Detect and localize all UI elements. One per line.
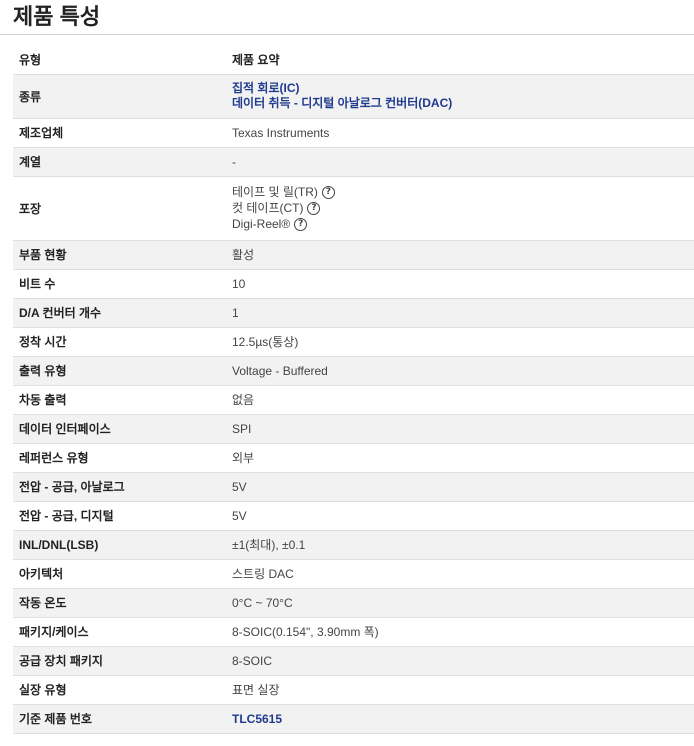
question-circle-icon[interactable]: ? — [321, 186, 335, 200]
table-row: 패키지/케이스 8-SOIC(0.154", 3.90mm 폭) — [13, 617, 694, 647]
row-label-supply-digital: 전압 - 공급, 디지털 — [13, 501, 232, 531]
category-link-ic[interactable]: 집적 회로(IC) — [232, 81, 694, 96]
table-row: 데이터 인터페이스 SPI — [13, 414, 694, 444]
row-value-data-interface: SPI — [232, 414, 694, 444]
header-type: 유형 — [13, 45, 232, 75]
row-value-architecture: 스트링 DAC — [232, 559, 694, 589]
table-row: 기준 제품 번호 TLC5615 — [13, 704, 694, 734]
table-row: 포장 테이프 및 릴(TR)? 컷 테이프(CT)? Digi-Reel®? — [13, 176, 694, 241]
row-label-base-part: 기준 제품 번호 — [13, 704, 232, 734]
table-row: 계열 - — [13, 147, 694, 177]
table-row: 전압 - 공급, 아날로그 5V — [13, 472, 694, 502]
packaging-option-digireel: Digi-Reel®? — [232, 216, 694, 232]
product-attributes-table: 유형 제품 요약 종류 집적 회로(IC) 데이터 취득 - 디지털 아날로그 … — [13, 45, 694, 734]
row-label-mounting-type: 실장 유형 — [13, 675, 232, 705]
row-label-series: 계열 — [13, 147, 232, 177]
row-label-reference-type: 레퍼런스 유형 — [13, 443, 232, 473]
row-label-operating-temp: 작동 온도 — [13, 588, 232, 618]
table-row: 제조업체 Texas Instruments — [13, 118, 694, 148]
table-row: 아키텍처 스트링 DAC — [13, 559, 694, 589]
row-value-manufacturer: Texas Instruments — [232, 118, 694, 148]
row-value-bits: 10 — [232, 269, 694, 299]
row-label-inl-dnl: INL/DNL(LSB) — [13, 530, 232, 560]
row-value-supplier-package: 8-SOIC — [232, 646, 694, 676]
row-label-data-interface: 데이터 인터페이스 — [13, 414, 232, 444]
base-part-link[interactable]: TLC5615 — [232, 712, 282, 726]
table-row: 레퍼런스 유형 외부 — [13, 443, 694, 473]
table-header-row: 유형 제품 요약 — [13, 45, 694, 75]
row-label-diff-output: 차동 출력 — [13, 385, 232, 415]
table-row: 공급 장치 패키지 8-SOIC — [13, 646, 694, 676]
row-label-bits: 비트 수 — [13, 269, 232, 299]
row-label-num-dac: D/A 컨버터 개수 — [13, 298, 232, 328]
row-value-package-case: 8-SOIC(0.154", 3.90mm 폭) — [232, 617, 694, 647]
row-value-series: - — [232, 147, 694, 177]
row-value-operating-temp: 0°C ~ 70°C — [232, 588, 694, 618]
packaging-option-label: 컷 테이프(CT) — [232, 201, 304, 215]
packaging-option-label: 테이프 및 릴(TR) — [232, 185, 318, 199]
table-row: 전압 - 공급, 디지털 5V — [13, 501, 694, 531]
row-label-packaging: 포장 — [13, 176, 232, 241]
row-value-packaging: 테이프 및 릴(TR)? 컷 테이프(CT)? Digi-Reel®? — [232, 176, 694, 241]
row-label-category: 종류 — [13, 74, 232, 119]
table-row: 부품 현황 활성 — [13, 240, 694, 270]
row-value-supply-analog: 5V — [232, 472, 694, 502]
row-label-architecture: 아키텍처 — [13, 559, 232, 589]
question-circle-icon[interactable]: ? — [294, 218, 308, 232]
row-value-reference-type: 외부 — [232, 443, 694, 473]
table-row: 출력 유형 Voltage - Buffered — [13, 356, 694, 386]
table-row: 차동 출력 없음 — [13, 385, 694, 415]
row-label-settling: 정착 시간 — [13, 327, 232, 357]
row-value-part-status: 활성 — [232, 240, 694, 270]
table-row: 작동 온도 0°C ~ 70°C — [13, 588, 694, 618]
packaging-option-tr: 테이프 및 릴(TR)? — [232, 184, 694, 200]
row-value-output-type: Voltage - Buffered — [232, 356, 694, 386]
table-row: 실장 유형 표면 실장 — [13, 675, 694, 705]
packaging-option-label: Digi-Reel® — [232, 217, 291, 231]
packaging-option-ct: 컷 테이프(CT)? — [232, 200, 694, 216]
question-circle-icon[interactable]: ? — [307, 202, 321, 216]
table-row: 비트 수 10 — [13, 269, 694, 299]
row-label-part-status: 부품 현황 — [13, 240, 232, 270]
row-value-supply-digital: 5V — [232, 501, 694, 531]
row-value-mounting-type: 표면 실장 — [232, 675, 694, 705]
row-value-category: 집적 회로(IC) 데이터 취득 - 디지털 아날로그 컨버터(DAC) — [232, 74, 694, 119]
row-value-inl-dnl: ±1(최대), ±0.1 — [232, 530, 694, 560]
table-row: 종류 집적 회로(IC) 데이터 취득 - 디지털 아날로그 컨버터(DAC) — [13, 74, 694, 119]
row-label-supplier-package: 공급 장치 패키지 — [13, 646, 232, 676]
row-value-base-part: TLC5615 — [232, 704, 694, 734]
row-label-package-case: 패키지/케이스 — [13, 617, 232, 647]
row-value-num-dac: 1 — [232, 298, 694, 328]
row-label-supply-analog: 전압 - 공급, 아날로그 — [13, 472, 232, 502]
header-summary: 제품 요약 — [232, 45, 694, 75]
table-row: INL/DNL(LSB) ±1(최대), ±0.1 — [13, 530, 694, 560]
category-link-dac[interactable]: 데이터 취득 - 디지털 아날로그 컨버터(DAC) — [232, 96, 694, 111]
page-title: 제품 특성 — [0, 0, 694, 35]
row-value-settling: 12.5µs(통상) — [232, 327, 694, 357]
table-row: D/A 컨버터 개수 1 — [13, 298, 694, 328]
row-label-output-type: 출력 유형 — [13, 356, 232, 386]
table-row: 정착 시간 12.5µs(통상) — [13, 327, 694, 357]
row-value-diff-output: 없음 — [232, 385, 694, 415]
row-label-manufacturer: 제조업체 — [13, 118, 232, 148]
